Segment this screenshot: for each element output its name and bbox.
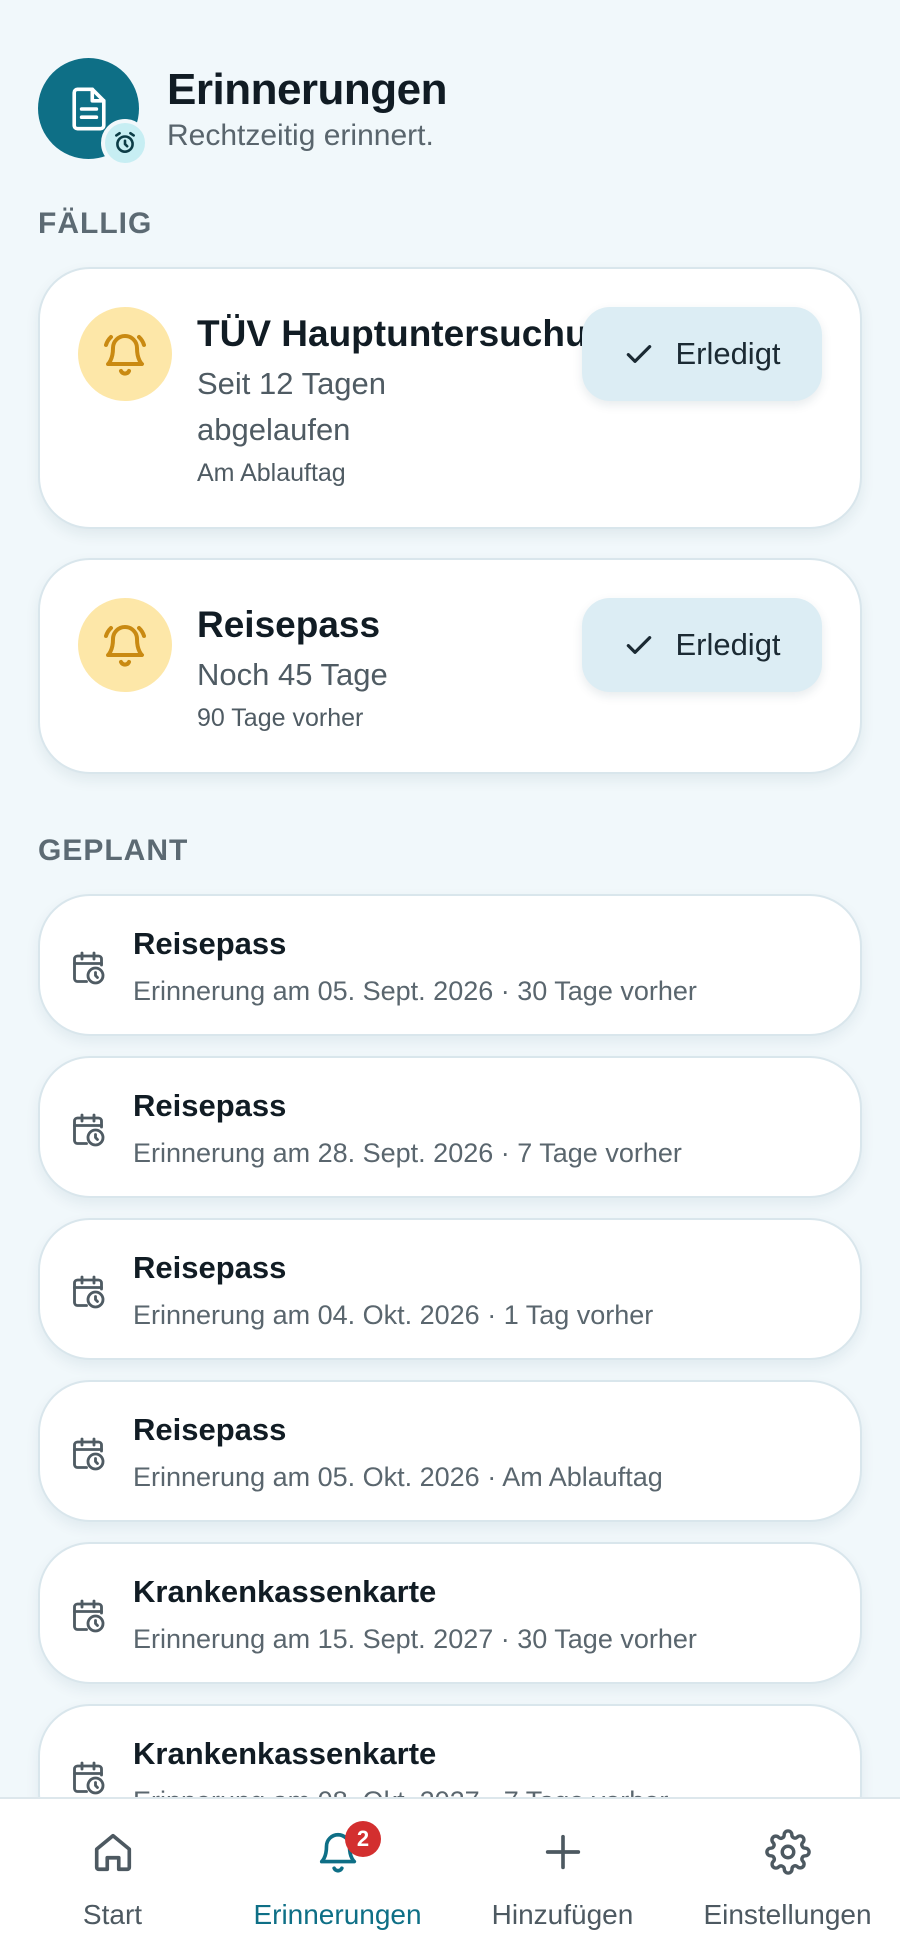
planned-reminder-row[interactable]: Reisepass Erinnerung am 28. Sept. 2026 ·…	[38, 1056, 862, 1198]
reminders-screen: Erinnerungen Rechtzeitig erinnert. FÄLLI…	[0, 0, 900, 1947]
calendar-clock-icon	[73, 951, 105, 985]
mark-done-label: Erledigt	[675, 627, 781, 662]
calendar-clock-icon	[73, 1437, 105, 1471]
calendar-clock-icon	[73, 1761, 105, 1795]
check-icon	[627, 345, 652, 363]
calendar-clock-icon	[73, 1275, 105, 1309]
home-icon	[94, 1833, 131, 1872]
planned-title: Reisepass	[133, 1412, 287, 1447]
due-title: Reisepass	[197, 604, 381, 645]
due-card[interactable]: TÜV Hauptuntersuchung Seit 12 Tagen abge…	[38, 267, 862, 529]
bottom-navigation: Start 2 Erinnerungen Hinzufügen Einstell…	[0, 1797, 900, 1947]
nav-item-settings[interactable]: Einstellungen	[675, 1799, 900, 1947]
planned-subtitle: Erinnerung am 05. Sept. 2026 · 30 Tage v…	[133, 976, 697, 1006]
planned-subtitle: Erinnerung am 05. Okt. 2026 · Am Ablauft…	[133, 1462, 663, 1492]
alarm-badge	[101, 119, 149, 167]
due-title: TÜV Hauptuntersuchung	[197, 313, 633, 354]
gear-icon	[764, 1829, 811, 1875]
mark-done-button[interactable]: Erledigt	[582, 598, 822, 692]
mark-done-label: Erledigt	[675, 336, 781, 371]
nav-label: Einstellungen	[703, 1899, 872, 1930]
calendar-clock-icon	[73, 1599, 105, 1633]
due-reminder-rule: Am Ablauftag	[197, 459, 346, 487]
calendar-clock-icon	[73, 1113, 105, 1147]
plus-icon	[545, 1834, 580, 1870]
planned-title: Krankenkassenkarte	[133, 1574, 437, 1609]
nav-item-start[interactable]: Start	[0, 1799, 225, 1947]
nav-label: Start	[82, 1899, 143, 1930]
check-icon	[627, 636, 652, 654]
section-planned-label: GEPLANT	[38, 834, 189, 867]
alarm-clock-icon	[115, 131, 135, 153]
planned-title: Reisepass	[133, 1250, 287, 1285]
due-card[interactable]: Reisepass Noch 45 Tage 90 Tage vorher Er…	[38, 558, 862, 774]
mark-done-button[interactable]: Erledigt	[582, 307, 822, 401]
due-status: Seit 12 Tagen abgelaufen	[197, 366, 387, 447]
nav-item-add[interactable]: Hinzufügen	[450, 1799, 675, 1947]
planned-reminder-row[interactable]: Reisepass Erinnerung am 05. Okt. 2026 · …	[38, 1380, 862, 1522]
app-logo	[38, 58, 149, 167]
page-header: Erinnerungen Rechtzeitig erinnert.	[38, 58, 448, 167]
nav-label: Hinzufügen	[491, 1899, 634, 1930]
section-due-label: FÄLLIG	[38, 207, 153, 240]
planned-reminder-row[interactable]: Krankenkassenkarte Erinnerung am 15. Sep…	[38, 1542, 862, 1684]
page-title: Erinnerungen	[167, 64, 448, 114]
page-subtitle: Rechtzeitig erinnert.	[167, 118, 434, 152]
planned-subtitle: Erinnerung am 15. Sept. 2027 · 30 Tage v…	[133, 1624, 697, 1654]
bell-icon	[104, 334, 146, 376]
planned-subtitle: Erinnerung am 04. Okt. 2026 · 1 Tag vorh…	[133, 1300, 654, 1330]
planned-reminder-row[interactable]: Reisepass Erinnerung am 05. Sept. 2026 ·…	[38, 894, 862, 1036]
notification-count-badge: 2	[345, 1821, 381, 1857]
due-reminder-rule: 90 Tage vorher	[197, 704, 364, 732]
nav-label: Erinnerungen	[253, 1899, 422, 1930]
planned-reminder-row[interactable]: Reisepass Erinnerung am 04. Okt. 2026 · …	[38, 1218, 862, 1360]
due-status: Noch 45 Tage	[197, 657, 388, 692]
bell-badge	[78, 598, 172, 692]
planned-title: Reisepass	[133, 926, 287, 961]
planned-subtitle: Erinnerung am 28. Sept. 2026 · 7 Tage vo…	[133, 1138, 682, 1168]
planned-title: Reisepass	[133, 1088, 287, 1123]
document-icon	[71, 86, 106, 131]
nav-item-reminders[interactable]: 2 Erinnerungen	[225, 1799, 450, 1947]
planned-title: Krankenkassenkarte	[133, 1736, 437, 1771]
bell-badge	[78, 307, 172, 401]
bell-icon	[104, 625, 146, 667]
